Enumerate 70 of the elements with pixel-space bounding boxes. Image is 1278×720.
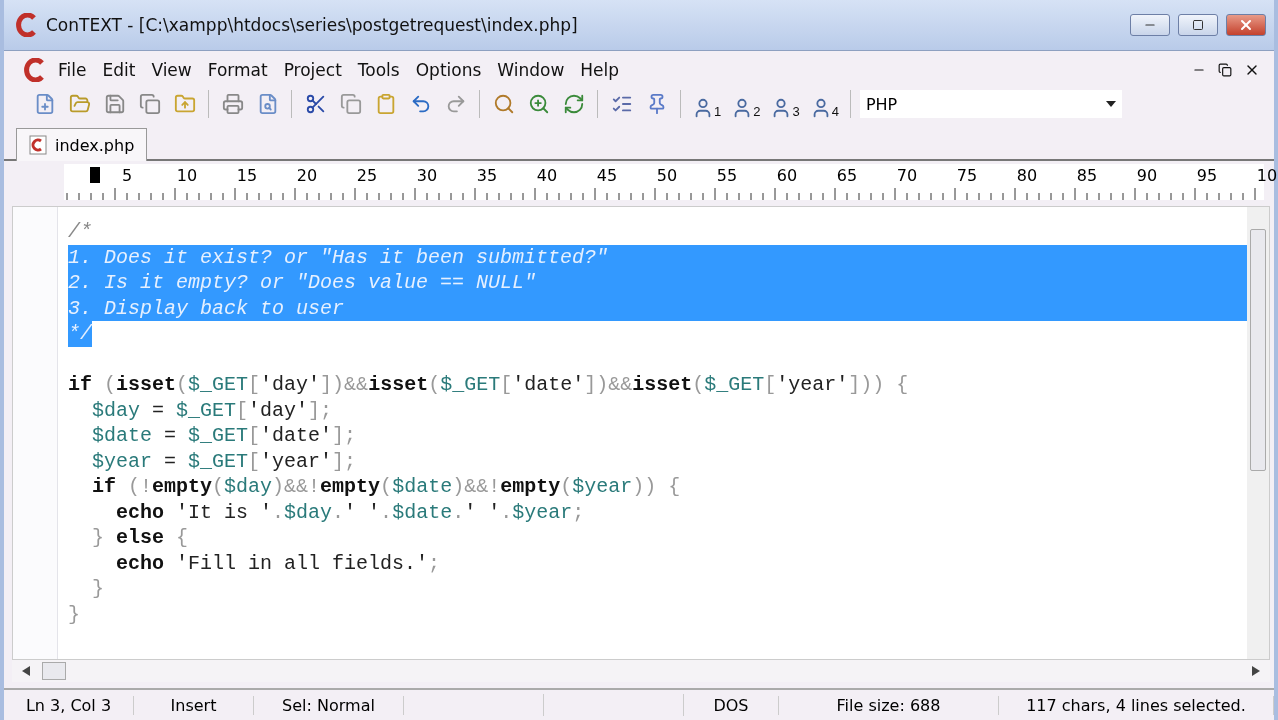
code-line: echo 'It is '.$day.' '.$date.' '.$year; xyxy=(116,499,585,525)
ruler-number: 50 xyxy=(656,165,678,185)
scroll-left-icon[interactable] xyxy=(22,666,30,676)
code-line: $day = $_GET['day']; xyxy=(92,397,333,423)
code-line: } else { xyxy=(92,525,189,551)
scroll-thumb[interactable] xyxy=(1250,229,1266,471)
file-icon xyxy=(29,135,47,155)
ruler-number: 70 xyxy=(896,165,918,185)
ruler-number: 15 xyxy=(236,165,258,185)
user-tool-button[interactable]: 4 xyxy=(807,89,841,119)
code-line: $date = $_GET['date']; xyxy=(92,423,357,449)
horizontal-scrollbar[interactable] xyxy=(12,660,1270,682)
status-text: Sel: Normal xyxy=(254,695,404,715)
ruler-number: 80 xyxy=(1016,165,1038,185)
ruler-number: 90 xyxy=(1136,165,1158,185)
vertical-scrollbar[interactable] xyxy=(1247,207,1269,659)
maximize-button[interactable] xyxy=(1178,14,1218,36)
code-line: if (!empty($day)&&!empty($date)&&!empty($year)) { xyxy=(92,474,681,500)
code-line: if (isset($_GET['day'])&&isset($_GET['date'])&&isset($_GET['year'])) { xyxy=(68,372,909,398)
ruler-number: 85 xyxy=(1076,165,1098,185)
menu-item[interactable]: Edit xyxy=(94,60,144,80)
status-text: 117 chars, 4 lines selected. xyxy=(999,695,1274,715)
ruler-number: 40 xyxy=(536,165,558,185)
close-button[interactable] xyxy=(1226,14,1266,36)
menu-item[interactable]: File xyxy=(50,60,95,80)
maximize-icon xyxy=(1192,19,1204,31)
status-text: DOS xyxy=(684,695,779,715)
status-text: File size: 688 xyxy=(779,695,999,715)
close-icon xyxy=(1238,17,1254,33)
scroll-thumb[interactable] xyxy=(42,662,66,680)
ruler-number: 65 xyxy=(836,165,858,185)
scroll-right-icon[interactable] xyxy=(1252,666,1260,676)
ruler-number: 60 xyxy=(776,165,798,185)
ruler-number: 95 xyxy=(1196,165,1218,185)
code-line: $year = $_GET['year']; xyxy=(92,448,357,474)
ruler-number: 75 xyxy=(956,165,978,185)
menu-item[interactable]: Window xyxy=(489,60,573,80)
ruler-marker-icon xyxy=(90,167,100,183)
menu-item[interactable]: View xyxy=(143,60,200,80)
code-line: echo 'Fill in all fields.'; xyxy=(116,550,441,576)
ruler-number: 35 xyxy=(476,165,498,185)
file-tab[interactable]: index.php xyxy=(16,128,148,161)
comment-line: /* xyxy=(68,219,92,245)
ruler-number: 10 xyxy=(176,165,198,185)
status-text: Insert xyxy=(134,695,254,715)
user-tool-button[interactable]: 2 xyxy=(729,89,763,119)
menu-item[interactable]: Help xyxy=(572,60,628,80)
menu-item[interactable]: Format xyxy=(199,60,276,80)
restore-icon xyxy=(1218,63,1232,77)
app-logo-icon xyxy=(16,13,38,37)
ruler-number: 5 xyxy=(121,165,133,185)
user-tool-button[interactable]: 1 xyxy=(690,89,724,119)
menu-item[interactable]: Tools xyxy=(349,60,408,80)
app-logo-icon xyxy=(24,58,46,82)
highlighter-dropdown[interactable]: PHP xyxy=(859,90,1122,118)
window-title: ConTEXT - [C:\xampp\htdocs\series\postgetrequest\index.php] xyxy=(46,15,579,35)
minimize-button[interactable] xyxy=(1130,14,1170,36)
menu-item[interactable]: Options xyxy=(407,60,490,80)
user-tool-button[interactable]: 3 xyxy=(768,89,802,119)
ruler-number: 25 xyxy=(356,165,378,185)
ruler-number: 55 xyxy=(716,165,738,185)
ruler-number: 10 xyxy=(1256,165,1278,185)
status-text: Ln 3, Col 3 xyxy=(4,695,134,715)
ruler-number: 20 xyxy=(296,165,318,185)
dropdown-caret-icon xyxy=(1105,101,1116,107)
code-line: } xyxy=(92,576,104,602)
code-line: } xyxy=(68,601,80,627)
ruler-number: 30 xyxy=(416,165,438,185)
menu-item[interactable]: Project xyxy=(275,60,350,80)
ruler-number: 45 xyxy=(596,165,618,185)
